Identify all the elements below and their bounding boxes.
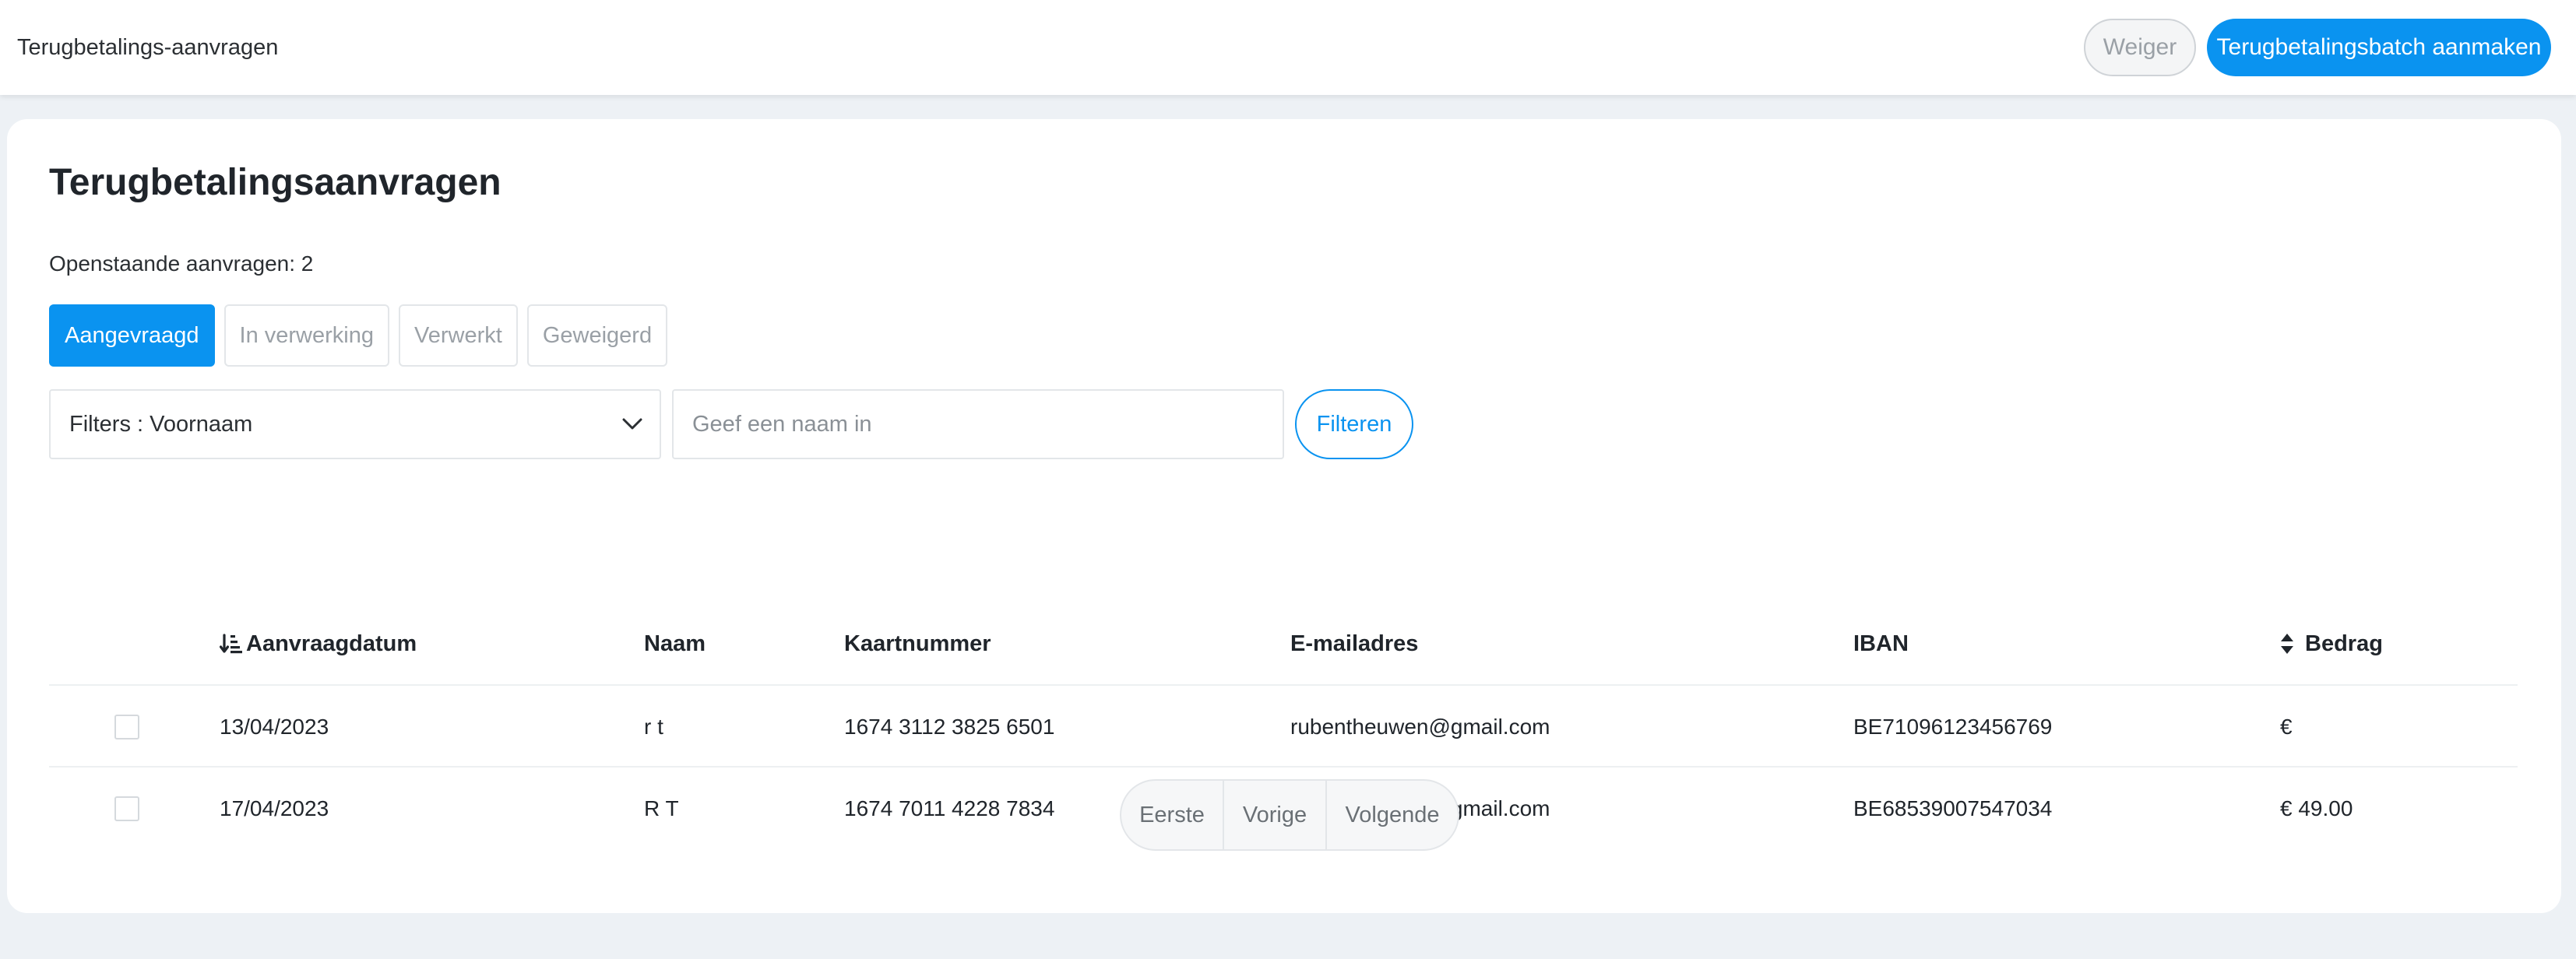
previous-page-button[interactable]: Vorige [1223, 781, 1325, 849]
sort-descending-icon [220, 633, 243, 655]
header-date-label: Aanvraagdatum [246, 631, 417, 656]
cell-date: 13/04/2023 [220, 714, 329, 739]
row-checkbox[interactable] [114, 796, 139, 821]
filter-button[interactable]: Filteren [1295, 389, 1413, 459]
filter-select-value: Filters : Voornaam [69, 411, 253, 437]
header-amount[interactable]: Bedrag [2280, 602, 2383, 686]
tab-verwerkt[interactable]: Verwerkt [399, 304, 518, 367]
header-date[interactable]: Aanvraagdatum [220, 602, 417, 686]
cell-card-number: 1674 3112 3825 6501 [844, 714, 1055, 739]
pagination: Eerste Vorige Volgende [1120, 779, 1459, 851]
chevron-down-icon [622, 414, 642, 434]
open-requests-count: Openstaande aanvragen: 2 [49, 251, 314, 276]
sort-icon [2280, 633, 2294, 655]
create-batch-button[interactable]: Terugbetalingsbatch aanmaken [2207, 19, 2551, 76]
page-title: Terugbetalingsaanvragen [49, 162, 501, 203]
name-filter-input[interactable] [672, 389, 1284, 459]
row-checkbox[interactable] [114, 715, 139, 739]
cell-iban: BE71096123456769 [1853, 714, 2053, 739]
cell-card-number: 1674 7011 4228 7834 [844, 796, 1055, 820]
cell-name: R T [644, 796, 679, 820]
status-tabs: Aangevraagd In verwerking Verwerkt Gewei… [49, 304, 668, 367]
header-amount-label: Bedrag [2305, 631, 2383, 656]
cell-email: rubentheuwen@gmail.com [1290, 714, 1550, 739]
tab-aangevraagd[interactable]: Aangevraagd [49, 304, 215, 367]
first-page-button[interactable]: Eerste [1121, 781, 1223, 849]
cell-date: 17/04/2023 [220, 796, 329, 820]
filter-row: Filters : Voornaam Filteren [49, 389, 1413, 459]
header-card-number: Kaartnummer [844, 631, 991, 656]
next-page-button[interactable]: Volgende [1325, 781, 1458, 849]
reject-button[interactable]: Weiger [2084, 19, 2196, 76]
cell-name: r t [644, 714, 663, 739]
topbar-title: Terugbetalings-aanvragen [17, 34, 279, 60]
table-header: Aanvraagdatum Naam Kaartnummer E-mailadr… [49, 602, 2518, 686]
header-iban: IBAN [1853, 631, 1909, 656]
top-bar: Terugbetalings-aanvragen Weiger Terugbet… [0, 0, 2576, 95]
tab-in-verwerking[interactable]: In verwerking [223, 304, 389, 367]
tab-geweigerd[interactable]: Geweigerd [526, 304, 668, 367]
topbar-actions: Weiger Terugbetalingsbatch aanmaken [2084, 19, 2551, 76]
header-name: Naam [644, 631, 706, 656]
header-email: E-mailadres [1290, 631, 1419, 656]
main-card: Terugbetalingsaanvragen Openstaande aanv… [7, 119, 2561, 913]
cell-iban: BE68539007547034 [1853, 796, 2053, 820]
cell-amount: € [2280, 714, 2293, 739]
table-row: 13/04/2023 r t 1674 3112 3825 6501 ruben… [49, 686, 2518, 768]
filter-select[interactable]: Filters : Voornaam [49, 389, 661, 459]
cell-amount: € 49.00 [2280, 796, 2353, 820]
